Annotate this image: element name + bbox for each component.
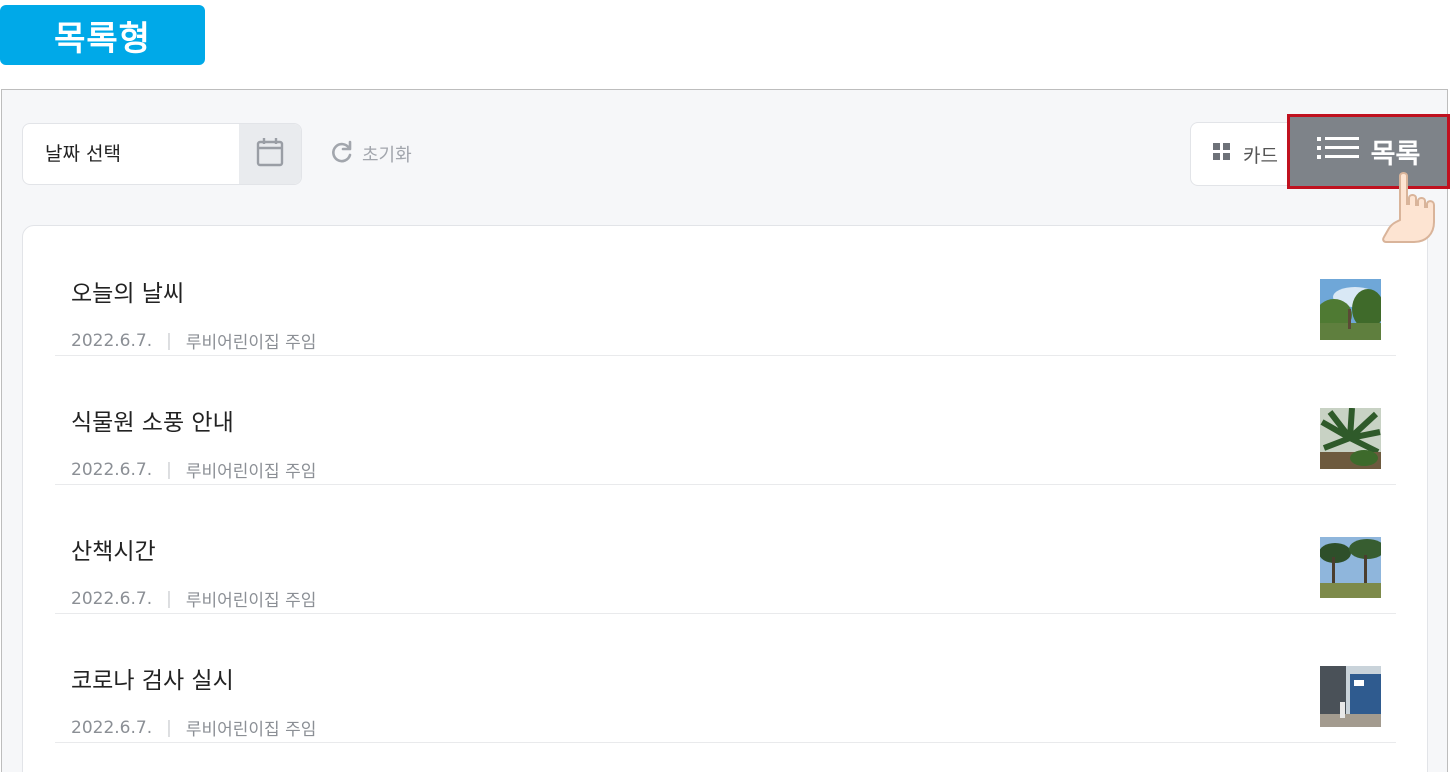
- post-author: 루비어린이집 주임: [185, 462, 317, 482]
- post-meta: 2022.6.7. | 루비어린이집 주임: [71, 586, 317, 612]
- meta-divider: |: [166, 330, 172, 351]
- calendar-icon: [256, 137, 284, 171]
- post-meta: 2022.6.7. | 루비어린이집 주임: [71, 328, 317, 354]
- calendar-button[interactable]: [239, 124, 301, 184]
- page-title-badge: 목록형: [0, 5, 205, 65]
- card-view-button[interactable]: 카드: [1191, 123, 1301, 185]
- post-author: 루비어린이집 주임: [185, 720, 317, 740]
- post-date: 2022.6.7.: [71, 459, 153, 480]
- post-title[interactable]: 산책시간: [71, 532, 156, 566]
- post-thumbnail[interactable]: [1320, 537, 1381, 598]
- post-title[interactable]: 오늘의 날씨: [71, 274, 184, 308]
- meta-divider: |: [166, 588, 172, 609]
- list-item[interactable]: 산책시간 2022.6.7. | 루비어린이집 주임: [55, 484, 1396, 614]
- reset-label: 초기화: [362, 145, 412, 166]
- post-list: 오늘의 날씨 2022.6.7. | 루비어린이집 주임 식물원 소풍 안내 2…: [22, 225, 1428, 772]
- list-item[interactable]: 코로나 검사 실시 2022.6.7. | 루비어린이집 주임: [55, 613, 1396, 743]
- post-thumbnail[interactable]: [1320, 408, 1381, 469]
- post-date: 2022.6.7.: [71, 588, 153, 609]
- post-author: 루비어린이집 주임: [185, 333, 317, 353]
- app-frame: 날짜 선택 초기화 오늘의 날씨 2022.6.7. | 루비어린이집 주임 식…: [1, 89, 1448, 772]
- list-item[interactable]: 오늘의 날씨 2022.6.7. | 루비어린이집 주임: [55, 226, 1396, 356]
- post-meta: 2022.6.7. | 루비어린이집 주임: [71, 715, 317, 741]
- list-item[interactable]: 식물원 소풍 안내 2022.6.7. | 루비어린이집 주임: [55, 355, 1396, 485]
- post-thumbnail[interactable]: [1320, 279, 1381, 340]
- post-date: 2022.6.7.: [71, 330, 153, 351]
- list-icon: [1316, 135, 1359, 168]
- post-title[interactable]: 식물원 소풍 안내: [71, 403, 234, 437]
- post-title[interactable]: 코로나 검사 실시: [71, 661, 234, 695]
- pointer-hand-icon: [1378, 170, 1455, 248]
- post-date: 2022.6.7.: [71, 717, 153, 738]
- meta-divider: |: [166, 459, 172, 480]
- post-thumbnail[interactable]: [1320, 666, 1381, 727]
- list-view-label: 목록: [1370, 139, 1421, 170]
- post-author: 루비어린이집 주임: [185, 591, 317, 611]
- date-select-field[interactable]: 날짜 선택: [22, 123, 302, 185]
- grid-icon: [1213, 142, 1231, 166]
- post-meta: 2022.6.7. | 루비어린이집 주임: [71, 457, 317, 483]
- card-view-label: 카드: [1243, 144, 1278, 167]
- date-select-label: 날짜 선택: [45, 143, 121, 165]
- meta-divider: |: [166, 717, 172, 738]
- refresh-icon: [330, 140, 354, 169]
- reset-button[interactable]: 초기화: [330, 140, 412, 168]
